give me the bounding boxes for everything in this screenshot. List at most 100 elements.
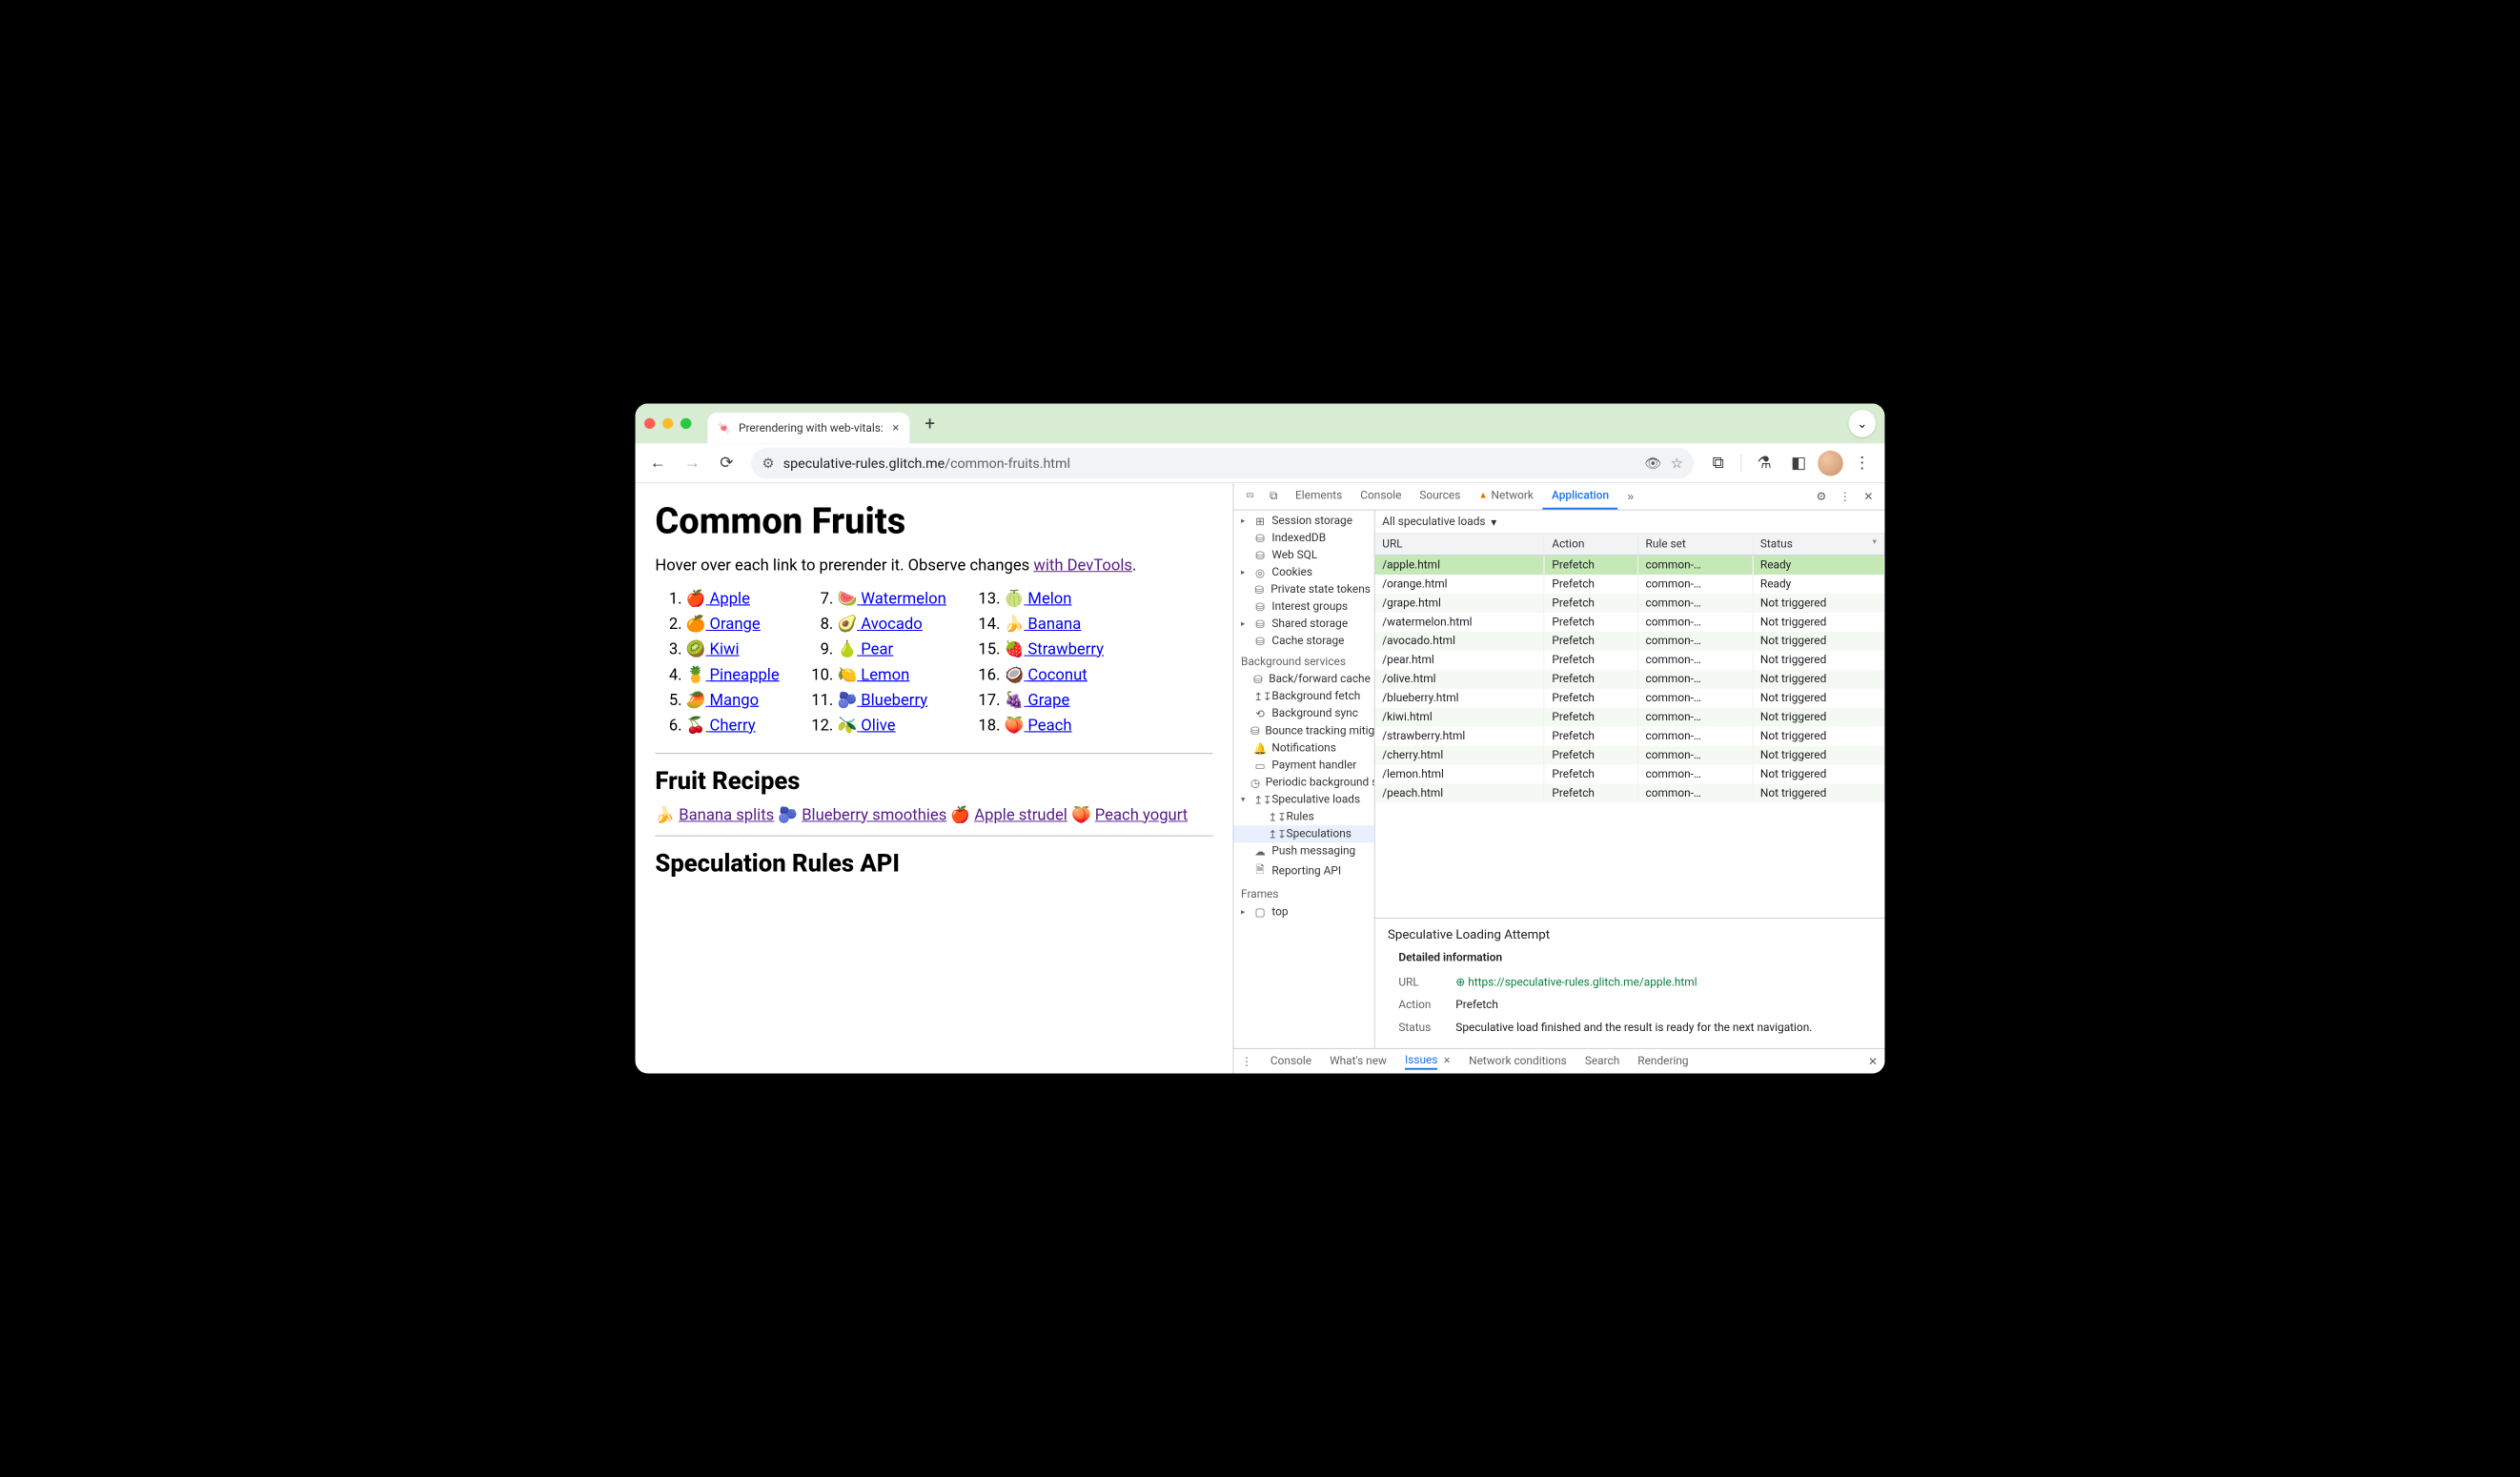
- drawer-menu-icon[interactable]: ⋮: [1241, 1055, 1252, 1068]
- recipe-link[interactable]: Peach yogurt: [1095, 806, 1188, 824]
- sidebar-item[interactable]: ▸⛁Shared storage: [1233, 616, 1373, 633]
- fruit-link[interactable]: 🍎 Apple: [686, 590, 750, 608]
- devtools-link[interactable]: with DevTools: [1033, 556, 1132, 575]
- profile-avatar[interactable]: [1818, 450, 1843, 475]
- recipe-link[interactable]: Blueberry smoothies: [802, 806, 946, 824]
- extensions-button[interactable]: ⧉: [1703, 448, 1734, 478]
- devtools-settings-button[interactable]: ⚙: [1811, 490, 1833, 503]
- fruit-link[interactable]: 🍊 Orange: [686, 615, 761, 633]
- table-row[interactable]: /olive.htmlPrefetchcommon-…Not triggered: [1375, 670, 1884, 689]
- fruit-link[interactable]: 🥭 Mango: [686, 691, 759, 709]
- tab-close-button[interactable]: ×: [890, 421, 901, 435]
- table-row[interactable]: /grape.htmlPrefetchcommon-…Not triggered: [1375, 594, 1884, 613]
- sidebar-item[interactable]: ▸🔔Notifications: [1233, 739, 1373, 757]
- new-tab-button[interactable]: +: [917, 411, 943, 436]
- fruit-link[interactable]: 🍒 Cherry: [686, 717, 756, 735]
- devtools-menu-button[interactable]: ⋮: [1834, 490, 1856, 503]
- fruit-link[interactable]: 🍍 Pineapple: [686, 666, 780, 684]
- fruit-link[interactable]: 🍋 Lemon: [837, 666, 909, 684]
- table-header[interactable]: Rule set: [1637, 534, 1752, 555]
- minimize-window-button[interactable]: [662, 418, 673, 429]
- sidebar-item[interactable]: ▸⊞Session storage: [1233, 513, 1373, 530]
- sidebar-item[interactable]: ▸↥↧Rules: [1233, 808, 1373, 825]
- drawer-tab[interactable]: What's new: [1330, 1055, 1387, 1068]
- devtools-tab-application[interactable]: Application: [1542, 483, 1617, 510]
- reload-button[interactable]: ⟳: [711, 448, 742, 478]
- sidebar-item[interactable]: ▸⛁Interest groups: [1233, 598, 1373, 616]
- table-row[interactable]: /orange.htmlPrefetchcommon-…Ready: [1375, 575, 1884, 594]
- sidebar-item[interactable]: ▸▢top: [1233, 903, 1373, 921]
- more-tabs-button[interactable]: »: [1619, 490, 1641, 502]
- sidebar-item[interactable]: ▸◎Cookies: [1233, 564, 1373, 581]
- sidebar-item[interactable]: ▾↥↧Speculative loads: [1233, 791, 1373, 808]
- device-toolbar-button[interactable]: ⧉: [1263, 490, 1285, 503]
- devtools-tab-console[interactable]: Console: [1351, 483, 1411, 510]
- maximize-window-button[interactable]: [681, 418, 691, 429]
- fruit-link[interactable]: 🫒 Olive: [837, 717, 895, 735]
- sidebar-item[interactable]: ▸⛁Back/forward cache: [1233, 671, 1373, 688]
- table-row[interactable]: /kiwi.htmlPrefetchcommon-…Not triggered: [1375, 708, 1884, 727]
- speculation-filter[interactable]: All speculative loads ▾: [1375, 511, 1885, 535]
- sidebar-item[interactable]: ▸⟲Background sync: [1233, 705, 1373, 722]
- recipe-link[interactable]: Banana splits: [679, 806, 774, 824]
- table-row[interactable]: /watermelon.htmlPrefetchcommon-…Not trig…: [1375, 613, 1884, 632]
- fruit-link[interactable]: 🍈 Melon: [1005, 590, 1072, 608]
- sidebar-item[interactable]: ▸▭Payment handler: [1233, 757, 1373, 774]
- sidebar-item[interactable]: ▸⛁Cache storage: [1233, 633, 1373, 650]
- recipe-link[interactable]: Apple strudel: [974, 806, 1067, 824]
- drawer-tab[interactable]: Rendering: [1637, 1055, 1688, 1068]
- sidebar-item[interactable]: ▸◷Periodic background sync: [1233, 774, 1373, 791]
- close-window-button[interactable]: [644, 418, 655, 429]
- sidebar-item[interactable]: ▸🗎Reporting API: [1233, 860, 1373, 882]
- table-header[interactable]: URL: [1375, 534, 1545, 555]
- browser-tab[interactable]: 🍬 Prerendering with web-vitals: ×: [708, 413, 910, 443]
- table-header[interactable]: Action: [1544, 534, 1637, 555]
- chrome-menu-button[interactable]: ⋮: [1847, 448, 1878, 478]
- sidebar-item[interactable]: ▸⛁Web SQL: [1233, 547, 1373, 564]
- fruit-link[interactable]: 🥑 Avocado: [837, 615, 922, 633]
- sidebar-item[interactable]: ▸⛁IndexedDB: [1233, 530, 1373, 547]
- sidebar-item[interactable]: ▸☁Push messaging: [1233, 842, 1373, 860]
- fruit-link[interactable]: 🫐 Blueberry: [837, 691, 927, 709]
- table-header[interactable]: Status: [1753, 534, 1884, 555]
- fruit-link[interactable]: 🍉 Watermelon: [837, 590, 945, 608]
- drawer-tab[interactable]: Issues: [1405, 1053, 1437, 1069]
- site-settings-icon[interactable]: ⚙︎: [762, 455, 775, 471]
- fruit-link[interactable]: 🥝 Kiwi: [686, 640, 740, 658]
- table-row[interactable]: /apple.htmlPrefetchcommon-…Ready: [1375, 556, 1884, 575]
- table-row[interactable]: /blueberry.htmlPrefetchcommon-…Not trigg…: [1375, 689, 1884, 708]
- side-panel-button[interactable]: ◧: [1783, 448, 1814, 478]
- detail-url-value[interactable]: https://speculative-rules.glitch.me/appl…: [1468, 976, 1697, 989]
- drawer-tab[interactable]: Network conditions: [1469, 1055, 1567, 1068]
- address-bar[interactable]: ⚙︎ speculative-rules.glitch.me/common-fr…: [751, 448, 1694, 478]
- table-row[interactable]: /lemon.htmlPrefetchcommon-…Not triggered: [1375, 765, 1884, 784]
- fruit-link[interactable]: 🍌 Banana: [1005, 615, 1082, 633]
- devtools-tab-network[interactable]: Network: [1470, 483, 1543, 510]
- devtools-tab-elements[interactable]: Elements: [1287, 483, 1351, 510]
- sidebar-item[interactable]: ▸⛁Private state tokens: [1233, 581, 1373, 598]
- sidebar-item[interactable]: ▸↥↧Speculations: [1233, 825, 1373, 842]
- sidebar-item[interactable]: ▸↥↧Background fetch: [1233, 688, 1373, 705]
- table-row[interactable]: /cherry.htmlPrefetchcommon-…Not triggere…: [1375, 746, 1884, 765]
- fruit-link[interactable]: 🍐 Pear: [837, 640, 893, 658]
- drawer-tab[interactable]: Search: [1585, 1055, 1619, 1068]
- bookmark-star-icon[interactable]: ☆: [1671, 455, 1683, 471]
- drawer-close-button[interactable]: ✕: [1868, 1054, 1878, 1068]
- fruit-link[interactable]: 🍇 Grape: [1005, 691, 1070, 709]
- devtools-tab-sources[interactable]: Sources: [1411, 483, 1470, 510]
- tabs-overflow-button[interactable]: ⌄: [1849, 410, 1877, 437]
- table-row[interactable]: /avocado.htmlPrefetchcommon-…Not trigger…: [1375, 632, 1884, 651]
- drawer-tab[interactable]: Console: [1270, 1055, 1311, 1068]
- eye-off-icon[interactable]: 👁︎: [1644, 455, 1661, 471]
- table-row[interactable]: /strawberry.htmlPrefetchcommon-…Not trig…: [1375, 727, 1884, 746]
- drawer-tab-close[interactable]: ✕: [1443, 1056, 1451, 1065]
- inspect-element-button[interactable]: ⮹: [1239, 490, 1261, 503]
- table-row[interactable]: /pear.htmlPrefetchcommon-…Not triggered: [1375, 651, 1884, 670]
- devtools-close-button[interactable]: ✕: [1858, 490, 1880, 503]
- sidebar-item[interactable]: ▸⛁Bounce tracking mitigations: [1233, 722, 1373, 739]
- fruit-link[interactable]: 🍓 Strawberry: [1005, 640, 1104, 658]
- fruit-link[interactable]: 🍑 Peach: [1005, 717, 1072, 735]
- table-row[interactable]: /peach.htmlPrefetchcommon-…Not triggered: [1375, 784, 1884, 803]
- back-button[interactable]: ←: [642, 448, 673, 478]
- labs-button[interactable]: ⚗: [1749, 448, 1779, 478]
